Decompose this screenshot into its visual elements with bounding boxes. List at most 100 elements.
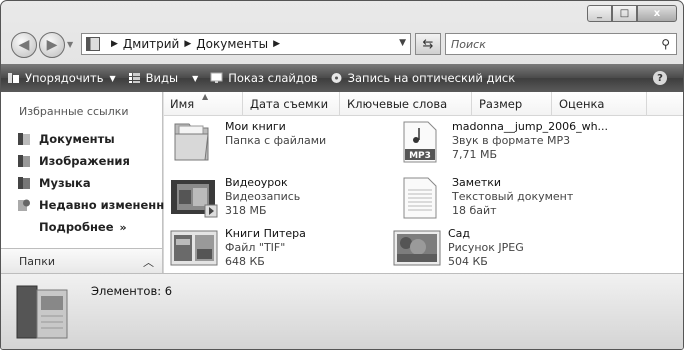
file-type: Звук в формате MP3 bbox=[452, 134, 571, 147]
list-item[interactable]: Мои книги Папка с файлами bbox=[169, 120, 326, 164]
file-info: Книги Питера Файл "TIF" 648 КБ bbox=[225, 227, 306, 271]
caption-buttons: _ □ x bbox=[587, 5, 677, 22]
file-size: 318 МБ bbox=[225, 204, 267, 217]
help-button[interactable]: ? bbox=[653, 71, 667, 85]
organize-button[interactable]: Упорядочить ▼ bbox=[1, 64, 122, 92]
breadcrumb-separator-icon[interactable]: ▶ bbox=[184, 39, 191, 49]
sidebar-item-recent[interactable]: Недавно измененн... bbox=[17, 194, 177, 216]
sidebar-item-label: Недавно измененн... bbox=[39, 198, 178, 212]
pictures-icon bbox=[18, 155, 30, 167]
organize-label: Упорядочить bbox=[25, 71, 104, 85]
breadcrumb-separator-icon[interactable]: ▶ bbox=[111, 39, 118, 49]
close-button[interactable]: x bbox=[637, 5, 677, 22]
file-size: 18 байт bbox=[452, 204, 497, 217]
slideshow-button[interactable]: Показ слайдов bbox=[204, 64, 323, 92]
burn-label: Запись на оптический диск bbox=[347, 71, 516, 85]
list-item[interactable]: Сад Рисунок JPEG 504 КБ bbox=[392, 227, 524, 271]
file-info: Мои книги Папка с файлами bbox=[225, 120, 326, 164]
organize-icon bbox=[8, 73, 19, 83]
minimize-button[interactable]: _ bbox=[587, 5, 612, 22]
folder-icon bbox=[169, 120, 219, 164]
sidebar-item-documents[interactable]: Документы bbox=[17, 128, 177, 150]
documents-icon bbox=[18, 133, 30, 145]
sidebar-item-label: Музыка bbox=[39, 176, 91, 190]
folder-location-icon bbox=[86, 37, 100, 51]
file-info: Видеоурок Видеозапись 318 МБ bbox=[225, 176, 300, 220]
command-bar: Упорядочить ▼ Виды ▼ Показ слайдов Запис… bbox=[1, 64, 683, 92]
disc-icon bbox=[331, 73, 342, 83]
file-info: Сад Рисунок JPEG 504 КБ bbox=[448, 227, 524, 271]
file-type: Видеозапись bbox=[225, 190, 301, 203]
back-button[interactable]: ◀ bbox=[11, 32, 37, 58]
file-size: 504 КБ bbox=[448, 255, 488, 268]
details-pane: Элементов: 6 bbox=[1, 273, 683, 349]
recent-icon bbox=[18, 199, 30, 211]
navigation-bar: ◀ ▶ ▼ ▶ Дмитрий ▶ Документы ▶ ▼ ⇆ ⚲ bbox=[9, 31, 677, 59]
file-list-view: Имя ▲ Дата съемки Ключевые слова Размер … bbox=[164, 92, 683, 273]
list-item[interactable]: Заметки Текстовый документ 18 байт bbox=[396, 176, 573, 220]
views-button[interactable]: Виды ▼ bbox=[122, 64, 205, 92]
forward-button[interactable]: ▶ bbox=[39, 32, 65, 58]
column-header-keywords[interactable]: Ключевые слова bbox=[341, 92, 472, 116]
music-icon bbox=[18, 177, 30, 189]
sidebar-item-pictures[interactable]: Изображения bbox=[17, 150, 177, 172]
views-icon bbox=[128, 73, 140, 83]
jpeg-image-icon bbox=[392, 227, 442, 271]
sidebar-item-music[interactable]: Музыка bbox=[17, 172, 177, 194]
column-headers: Имя ▲ Дата съемки Ключевые слова Размер … bbox=[164, 92, 683, 116]
breadcrumb-user[interactable]: Дмитрий bbox=[123, 37, 179, 51]
recent-pages-dropdown[interactable]: ▼ bbox=[67, 40, 73, 49]
arrow-left-icon: ◀ bbox=[18, 37, 30, 53]
list-item[interactable]: Книги Питера Файл "TIF" 648 КБ bbox=[169, 227, 306, 271]
chevron-down-icon: ▼ bbox=[192, 73, 199, 83]
item-count-value: 6 bbox=[164, 284, 173, 298]
file-info: Заметки Текстовый документ 18 байт bbox=[452, 176, 573, 220]
explorer-window: _ □ x ◀ ▶ ▼ ▶ Дмитрий ▶ Документы ▶ ▼ ⇆ … bbox=[0, 0, 684, 350]
sidebar-item-label: Изображения bbox=[39, 154, 130, 168]
item-count: Элементов: 6 bbox=[91, 284, 172, 298]
more-links-button[interactable]: Подробнее » bbox=[17, 216, 177, 238]
search-box[interactable]: ⚲ bbox=[445, 33, 677, 55]
navigation-pane: Избранные ссылки Документы Изображения М… bbox=[1, 92, 177, 273]
column-header-size[interactable]: Размер bbox=[473, 92, 552, 116]
breadcrumb-documents[interactable]: Документы bbox=[196, 37, 268, 51]
address-dropdown-icon[interactable]: ▼ bbox=[399, 38, 406, 48]
mp3-badge: MP3 bbox=[409, 151, 431, 161]
views-label: Виды bbox=[145, 71, 179, 85]
column-header-rating[interactable]: Оценка bbox=[553, 92, 647, 116]
refresh-button[interactable]: ⇆ bbox=[415, 33, 441, 55]
text-document-icon bbox=[396, 176, 446, 220]
list-item[interactable]: Видеоурок Видеозапись 318 МБ bbox=[169, 176, 300, 220]
chevron-down-icon: ▼ bbox=[109, 73, 116, 83]
file-name: Видеоурок bbox=[225, 176, 288, 189]
file-size: 7,71 МБ bbox=[452, 148, 498, 161]
sidebar-item-label: Документы bbox=[39, 132, 115, 146]
video-icon bbox=[169, 176, 219, 220]
breadcrumb-separator-icon[interactable]: ▶ bbox=[273, 39, 280, 49]
burn-button[interactable]: Запись на оптический диск bbox=[324, 64, 522, 92]
chevron-up-icon: ︿ bbox=[143, 256, 154, 269]
search-input[interactable] bbox=[451, 37, 651, 51]
file-type: Папка с файлами bbox=[225, 134, 327, 147]
file-name: Мои книги bbox=[225, 120, 286, 133]
column-header-date[interactable]: Дата съемки bbox=[244, 92, 340, 116]
sort-ascending-icon: ▲ bbox=[202, 92, 209, 101]
arrow-right-icon: ▶ bbox=[46, 37, 58, 53]
search-icon[interactable]: ⚲ bbox=[661, 37, 670, 51]
mp3-icon: MP3 bbox=[396, 120, 446, 164]
file-name: Книги Питера bbox=[225, 227, 306, 240]
folders-toggle[interactable]: Папки ︿ bbox=[1, 248, 162, 273]
list-item[interactable]: MP3 madonna__jump_2006_wh... Звук в форм… bbox=[396, 120, 608, 164]
documents-library-icon bbox=[15, 282, 69, 342]
more-label: Подробнее bbox=[39, 220, 114, 234]
favorite-links-title: Избранные ссылки bbox=[19, 105, 129, 118]
maximize-button[interactable]: □ bbox=[612, 5, 637, 22]
file-type: Текстовый документ bbox=[452, 190, 574, 203]
file-name: Сад bbox=[448, 227, 471, 240]
refresh-icon: ⇆ bbox=[422, 36, 434, 52]
file-name: Заметки bbox=[452, 176, 502, 189]
file-size: 648 КБ bbox=[225, 255, 265, 268]
slideshow-label: Показ слайдов bbox=[228, 71, 318, 85]
folders-label: Папки bbox=[19, 254, 55, 268]
address-bar[interactable]: ▶ Дмитрий ▶ Документы ▶ ▼ bbox=[81, 33, 411, 55]
